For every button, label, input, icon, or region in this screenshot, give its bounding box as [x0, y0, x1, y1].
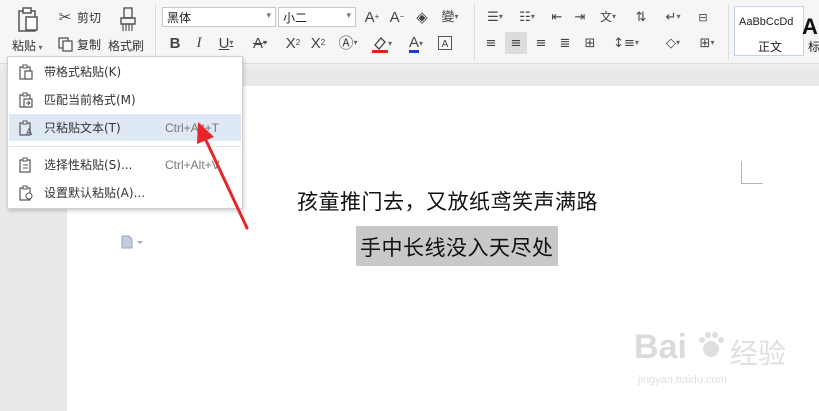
ribbon-divider — [728, 4, 729, 60]
paste-button[interactable]: 粘贴 ▾ — [12, 37, 43, 54]
decrease-font-icon[interactable]: A − — [388, 8, 406, 26]
font-name-value: 黑体 — [167, 10, 192, 25]
page-corner-mark — [741, 161, 742, 183]
chinese-layout-icon[interactable]: 文 ▾ — [595, 8, 621, 26]
format-painter-icon[interactable] — [116, 6, 140, 34]
paste-with-format-icon — [18, 64, 34, 80]
format-painter-button[interactable]: 格式刷 — [108, 37, 144, 54]
style-name-label: 正文 — [757, 40, 782, 54]
watermark-brand-cn: 经验 — [730, 337, 787, 370]
menu-item-label: 只粘贴文本(T) — [44, 121, 121, 135]
copy-icon[interactable] — [56, 35, 74, 53]
underline-icon[interactable]: U ▾ — [212, 34, 240, 52]
wps-writer-window: { "ribbon": { "paste_label": "粘贴", "cut_… — [0, 0, 819, 411]
increase-indent-icon[interactable]: ⇥ — [571, 8, 589, 26]
baidu-jingyan-watermark: Bai 经验 jingyan.baidu.com — [634, 318, 804, 398]
bold-icon[interactable]: B — [166, 34, 184, 52]
paste-icon[interactable] — [14, 6, 42, 34]
paste-text-only-icon: A — [18, 120, 34, 137]
phonetic-icon[interactable]: 變 ▾ — [438, 8, 462, 26]
shading-icon[interactable]: ◇ ▾ — [659, 34, 687, 52]
page-corner-mark — [741, 183, 763, 184]
menu-item-label: 选择性粘贴(S)... — [44, 158, 133, 172]
font-color-icon[interactable]: A ▾ — [402, 34, 430, 54]
default-paste-settings-icon — [18, 185, 34, 201]
strikethrough-icon[interactable]: A ▾ — [246, 34, 274, 52]
menu-item-paste-with-format[interactable]: 带格式粘贴(K) — [9, 58, 241, 85]
selected-text-line-2[interactable]: 手中长线没入天尽处 — [356, 226, 558, 266]
menu-item-label: 匹配当前格式(M) — [44, 93, 136, 107]
decrease-indent-icon[interactable]: ⇤ — [548, 8, 566, 26]
distributed-icon[interactable]: ⊞ — [580, 34, 600, 52]
text-effect-icon[interactable]: Ⓐ ▾ — [334, 34, 362, 52]
justify-icon[interactable]: ≣ — [556, 34, 574, 52]
chevron-down-icon: ▾ — [346, 11, 351, 21]
align-right-icon[interactable]: ≡ — [532, 34, 550, 52]
document-text-line-1[interactable]: 孩童推门去，又放纸鸢笑声满路 — [297, 186, 598, 216]
paw-icon — [696, 330, 726, 360]
annotation-arrow — [197, 122, 249, 230]
style-heading-label: 标 — [808, 40, 819, 54]
ruler-icon[interactable]: ⊟ — [694, 8, 712, 26]
show-marks-icon[interactable]: ↵ ▾ — [660, 8, 686, 26]
ribbon-divider — [474, 4, 475, 60]
highlight-color-icon[interactable]: ▾ — [368, 34, 396, 54]
paste-special-icon — [18, 157, 34, 173]
scissors-icon[interactable]: ✂ — [56, 8, 74, 26]
font-name-select[interactable]: 黑体 ▾ — [162, 7, 276, 27]
font-size-value: 小二 — [283, 10, 308, 25]
match-format-icon — [18, 92, 34, 108]
copy-button[interactable]: 复制 — [77, 36, 101, 53]
menu-item-label: 设置默认粘贴(A)... — [44, 186, 146, 200]
increase-font-icon[interactable]: A + — [363, 8, 381, 26]
svg-text:A: A — [26, 127, 32, 136]
paragraph-options-icon[interactable] — [121, 235, 145, 252]
chevron-down-icon: ▾ — [266, 11, 271, 21]
style-sample-text: AaBbCcDd — [739, 16, 794, 28]
sort-icon[interactable]: ⇅ — [630, 8, 652, 26]
menu-item-match-format[interactable]: 匹配当前格式(M) — [9, 86, 241, 113]
chevron-down-icon: ▾ — [36, 43, 43, 52]
watermark-url: jingyan.baidu.com — [638, 374, 727, 386]
eraser-icon[interactable]: ◈ — [413, 8, 431, 26]
bullet-list-icon[interactable]: ☰ ▾ — [482, 8, 508, 26]
style-heading-sample[interactable]: A — [802, 14, 818, 40]
style-normal[interactable]: AaBbCcDd 正文 — [734, 6, 804, 56]
align-center-icon[interactable]: ≡ — [505, 32, 527, 54]
numbered-list-icon[interactable]: ☷ ▾ — [514, 8, 540, 26]
ribbon-divider — [155, 4, 156, 60]
svg-text:A: A — [442, 39, 449, 50]
borders-icon[interactable]: ⊞ ▾ — [693, 34, 721, 52]
cut-button[interactable]: 剪切 — [77, 9, 101, 26]
char-border-icon[interactable]: A — [436, 34, 454, 52]
watermark-brand: Bai — [634, 328, 687, 366]
font-size-select[interactable]: 小二 ▾ — [278, 7, 356, 27]
subscript-icon[interactable]: X2 — [307, 34, 329, 52]
italic-icon[interactable]: I — [190, 34, 208, 52]
line-spacing-icon[interactable]: ↕≡ ▾ — [612, 34, 640, 52]
superscript-icon[interactable]: X2 — [282, 34, 304, 52]
paste-label: 粘贴 — [12, 39, 37, 53]
menu-item-label: 带格式粘贴(K) — [44, 65, 122, 79]
align-left-icon[interactable]: ≡ — [482, 34, 500, 52]
